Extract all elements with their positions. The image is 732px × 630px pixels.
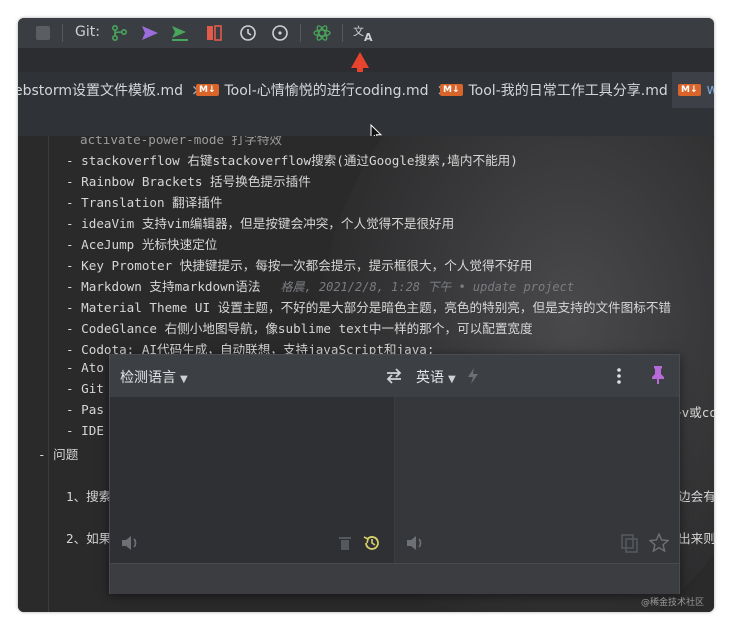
editor-line: - Ato: [66, 360, 104, 375]
translation-footer: [110, 563, 679, 594]
editor-line: - Material Theme UI 设置主题，不好的是大部分是暗色主题，亮色…: [66, 300, 672, 315]
editor-line: - Pas: [66, 402, 104, 417]
editor-line-fragment: 边会有: [678, 489, 714, 504]
editor-line: - Rainbow Brackets 括号换色提示插件: [66, 174, 311, 189]
tab-webstorm-template[interactable]: ebstorm设置文件模板.md ×: [18, 72, 204, 108]
editor-line: 1、搜索: [66, 489, 112, 504]
gutter: [48, 136, 49, 612]
markdown-icon: M↓: [196, 84, 219, 96]
swap-languages-icon[interactable]: [384, 366, 404, 386]
editor-line-fragment: ~v或co: [674, 405, 714, 420]
copy-icon[interactable]: [621, 534, 639, 554]
markdown-icon: M↓: [678, 84, 701, 96]
toolbar: Git: 文 A: [18, 18, 714, 48]
lightning-icon[interactable]: [466, 367, 480, 385]
markdown-icon: M↓: [440, 84, 463, 96]
tab-label: Tool-我的日常工作工具分享.md: [468, 83, 668, 99]
editor-line-markdown: - Markdown 支持markdown语法 格晨, 2021/2/8, 1:2…: [66, 276, 574, 295]
translate-icon[interactable]: 文 A: [352, 24, 376, 42]
dropdown-arrow-icon: ▼: [180, 374, 188, 385]
target-language-select[interactable]: 英语 ▼: [416, 367, 456, 387]
editor-line-section: - 问题: [38, 447, 79, 462]
editor-breadcrumb-bar: [18, 108, 714, 137]
editor-tabs: ebstorm设置文件模板.md × M↓ Tool-心情愉悦的进行coding…: [18, 72, 714, 109]
speaker-icon[interactable]: [120, 534, 140, 552]
rollback-icon[interactable]: [270, 24, 290, 42]
history-icon[interactable]: [362, 533, 382, 553]
stop-button[interactable]: [36, 26, 50, 40]
star-icon[interactable]: [649, 533, 669, 553]
git-update-icon[interactable]: [110, 24, 130, 42]
editor-line: - Key Promoter 快捷键提示，每按一次都会提示，提示框很大，个人觉得…: [66, 258, 533, 273]
tab-active[interactable]: M↓ wo: [672, 72, 714, 108]
ide-window: Git: 文 A ebstorm设置文件模板.md M↓ Tool-心情愉悦的进…: [18, 18, 714, 612]
editor-line: - CodeGlance 右侧小地图导航，像sublime text中一样的那个…: [66, 321, 533, 336]
dropdown-arrow-icon: ▼: [448, 374, 456, 385]
tab-coding[interactable]: M↓ Tool-心情愉悦的进行coding.md ×: [196, 72, 449, 108]
editor-line: - IDE: [66, 423, 104, 438]
tab-label: wo: [706, 82, 715, 98]
git-commit-push-icon[interactable]: [170, 24, 190, 42]
translation-popup: 检测语言 ▼ 英语 ▼: [109, 354, 680, 594]
editor-line-fragment: 出来则不: [678, 531, 714, 546]
react-atom-icon[interactable]: [312, 24, 332, 42]
toolbar-separator: [62, 24, 63, 42]
editor-line: - ideaVim 支持vim编辑器，但是按键会冲突，个人觉得不是很好用: [66, 216, 455, 231]
editor-line: - Git: [66, 381, 104, 396]
toolbar-separator: [342, 24, 343, 42]
editor-line: - stackoverflow 右键stackoverflow搜索(通过Goog…: [66, 153, 518, 168]
git-push-icon[interactable]: [140, 24, 160, 42]
source-text-area[interactable]: [110, 397, 394, 563]
editor-line: - AceJump 光标快速定位: [66, 237, 218, 252]
svg-text:A: A: [364, 31, 373, 42]
target-text-area: [395, 397, 679, 563]
git-blame-annotation: 格晨, 2021/2/8, 1:28 下午 • update project: [280, 280, 575, 294]
git-compare-icon[interactable]: [204, 24, 224, 42]
more-options-icon[interactable]: [616, 367, 622, 385]
editor-line-text: - Markdown 支持markdown语法: [66, 279, 261, 294]
tab-tools-share[interactable]: M↓ Tool-我的日常工作工具分享.md ×: [440, 72, 688, 108]
toolbar-separator: [300, 24, 301, 42]
editor-line: activate-power-mode 打字特效: [80, 136, 283, 147]
source-language-select[interactable]: 检测语言 ▼: [120, 367, 188, 387]
translation-header: 检测语言 ▼ 英语 ▼: [110, 355, 679, 397]
watermark: @稀金技术社区: [640, 598, 704, 608]
history-icon[interactable]: [238, 24, 258, 42]
tab-label: Tool-心情愉悦的进行coding.md: [224, 83, 429, 99]
editor-line: 2、如果: [66, 531, 112, 546]
svg-text:文: 文: [353, 24, 364, 38]
git-label: Git:: [75, 24, 100, 40]
editor-line: - Translation 翻译插件: [66, 195, 223, 210]
trash-icon[interactable]: [338, 535, 352, 551]
target-language-label: 英语: [416, 370, 444, 386]
pin-icon[interactable]: [650, 365, 666, 385]
tab-label: ebstorm设置文件模板.md: [18, 83, 183, 99]
speaker-icon[interactable]: [405, 534, 425, 552]
source-language-label: 检测语言: [120, 370, 176, 386]
